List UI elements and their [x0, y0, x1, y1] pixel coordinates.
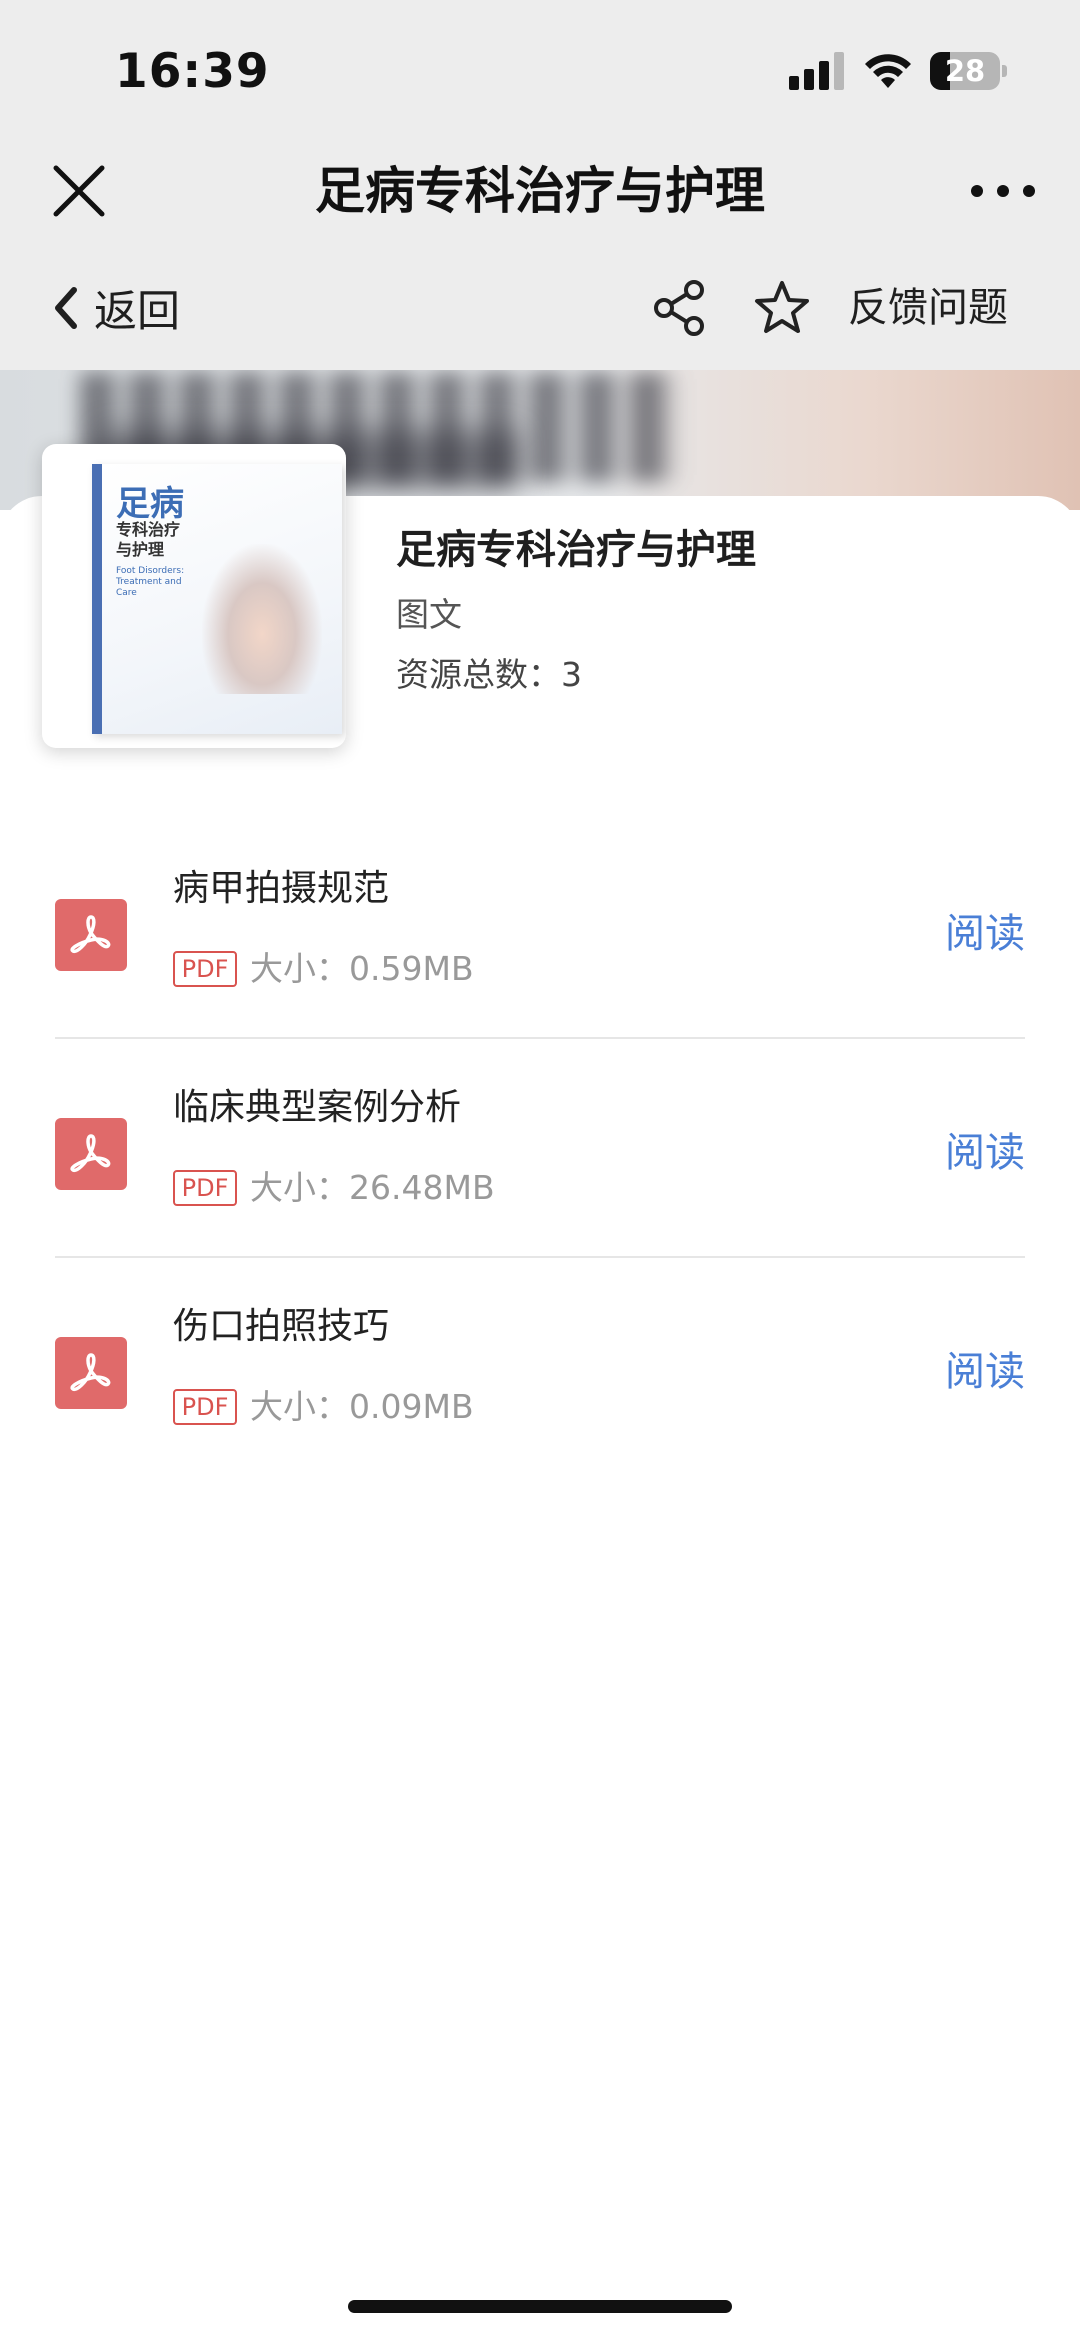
list-item: 伤口拍照技巧 PDF 大小：0.09MB 阅读 — [55, 1258, 1025, 1477]
pdf-badge: PDF — [173, 1170, 237, 1206]
cover-title: 足病 — [116, 484, 184, 524]
resource-name: 病甲拍摄规范 — [173, 868, 390, 909]
title-bar: 足病专科治疗与护理 — [0, 140, 1080, 242]
share-icon[interactable] — [650, 278, 710, 338]
status-bar: 16:39 28 — [0, 0, 1080, 140]
pdf-badge: PDF — [173, 951, 237, 987]
list-item: 临床典型案例分析 PDF 大小：26.48MB 阅读 — [55, 1039, 1025, 1258]
resource-size: 大小：26.48MB — [250, 1168, 495, 1207]
pdf-file-icon — [55, 1337, 127, 1409]
action-bar: 返回 反馈问题 — [0, 260, 1080, 356]
feedback-button[interactable]: 反馈问题 — [848, 272, 1008, 344]
read-button[interactable]: 阅读 — [945, 906, 1025, 962]
close-icon[interactable] — [50, 162, 108, 220]
page-title: 足病专科治疗与护理 — [315, 162, 765, 220]
pdf-file-icon — [55, 899, 127, 971]
book-cover-image: 足病 专科治疗 与护理 Foot Disorders: Treatment an… — [42, 444, 346, 748]
wifi-icon — [865, 54, 911, 88]
book-type: 图文 — [396, 595, 462, 634]
read-button[interactable]: 阅读 — [945, 1125, 1025, 1181]
resource-count: 资源总数：3 — [396, 655, 582, 694]
cover-english-title: Foot Disorders: Treatment and Care — [116, 566, 185, 598]
read-button[interactable]: 阅读 — [945, 1344, 1025, 1400]
resource-size: 大小：0.09MB — [250, 1387, 474, 1426]
status-time: 16:39 — [115, 44, 270, 99]
pdf-badge: PDF — [173, 1389, 237, 1425]
cover-subtitle: 专科治疗 与护理 — [116, 520, 181, 559]
resource-name: 临床典型案例分析 — [173, 1087, 462, 1128]
pdf-file-icon — [55, 1118, 127, 1190]
home-indicator[interactable] — [348, 2300, 732, 2313]
more-options-icon[interactable] — [968, 176, 1038, 206]
star-icon[interactable] — [752, 278, 812, 338]
back-label: 返回 — [94, 287, 180, 337]
resource-size: 大小：0.59MB — [250, 949, 474, 988]
list-item: 病甲拍摄规范 PDF 大小：0.59MB 阅读 — [55, 820, 1025, 1039]
cellular-signal-icon — [789, 52, 845, 90]
chevron-left-icon — [55, 287, 77, 329]
book-title: 足病专科治疗与护理 — [396, 527, 756, 573]
battery-level: 28 — [944, 54, 986, 88]
resource-name: 伤口拍照技巧 — [173, 1306, 390, 1347]
battery-icon: 28 — [930, 52, 1008, 90]
resource-list: 病甲拍摄规范 PDF 大小：0.59MB 阅读 临床典型案例分析 PDF 大小：… — [55, 820, 1025, 1477]
back-button[interactable]: 返回 — [50, 272, 180, 344]
